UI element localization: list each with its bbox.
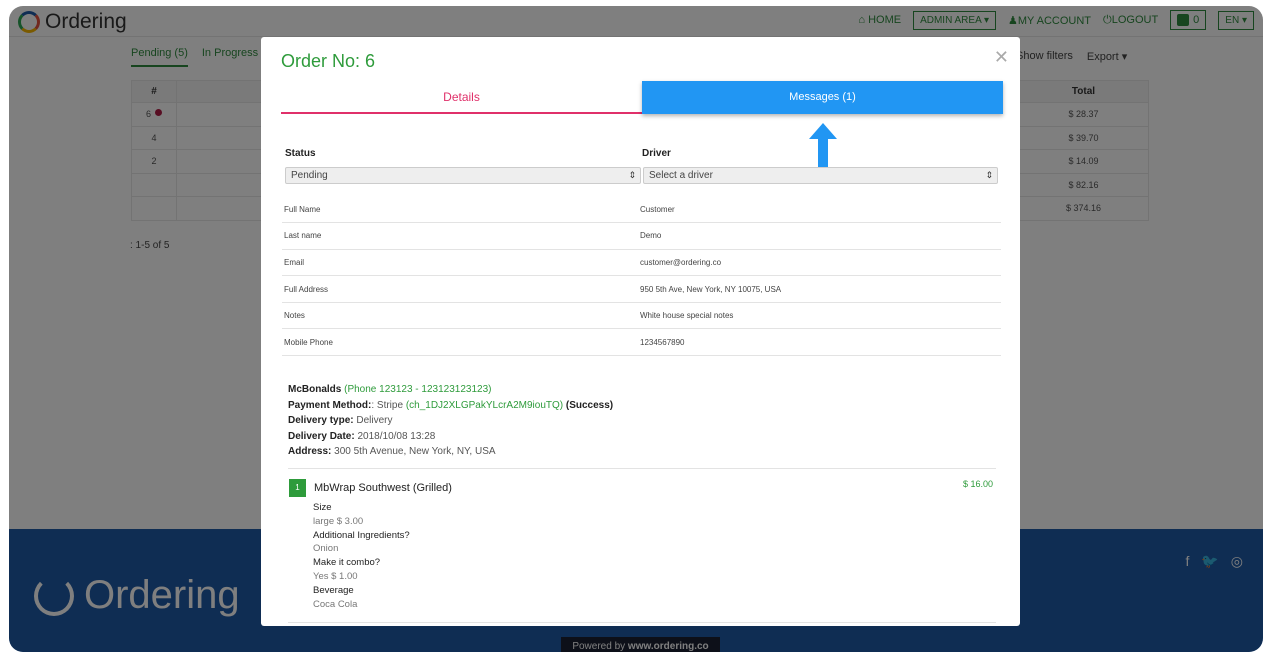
table-row: Notes White house special notes	[282, 302, 1001, 330]
table-row: Last name Demo	[282, 222, 1001, 250]
close-icon[interactable]: ✕	[994, 47, 1009, 68]
item-options: Size large $ 3.00 Additional Ingredients…	[313, 502, 410, 610]
order-details-modal: Order No: 6 ✕ Details Messages (1) Statu…	[261, 37, 1020, 626]
table-row: Full Address 950 5th Ave, New York, NY 10…	[282, 275, 1001, 303]
status-select[interactable]: Pending ⇕	[285, 167, 641, 184]
item-price: $ 16.00	[962, 479, 993, 489]
customer-info-table: Full Name Customer Last name Demo Email cus…	[282, 196, 1001, 357]
status-label: Status	[285, 148, 316, 159]
arrow-up-icon	[809, 123, 837, 168]
table-row: Mobile Phone 1234567890	[282, 328, 1001, 357]
select-caret-icon: ⇕	[985, 170, 993, 180]
item-quantity-badge: 1	[289, 479, 306, 497]
store-name: McBonalds	[288, 384, 342, 395]
modal-title: Order No: 6	[281, 51, 376, 71]
driver-label: Driver	[642, 148, 671, 159]
store-phone: (Phone 123123 - 123123123123)	[344, 384, 492, 395]
divider	[288, 622, 996, 623]
driver-select[interactable]: Select a driver ⇕	[643, 167, 998, 184]
store-info: McBonalds (Phone 123123 - 123123123123) …	[288, 384, 614, 457]
tab-messages[interactable]: Messages (1)	[642, 81, 1003, 114]
divider	[288, 468, 996, 469]
item-name: MbWrap Southwest (Grilled)	[314, 482, 452, 494]
table-row: Email customer@ordering.co	[282, 249, 1001, 277]
select-caret-icon: ⇕	[628, 170, 636, 180]
app-frame: Ordering ⌂ HOME ADMIN AREA ▾ ♟MY ACCOUNT…	[9, 6, 1263, 652]
payment-reference: (ch_1DJ2XLGPakYLcrA2M9iouTQ)	[405, 399, 564, 411]
tab-details[interactable]: Details	[281, 81, 642, 114]
table-row: Full Name Customer	[282, 196, 1001, 224]
